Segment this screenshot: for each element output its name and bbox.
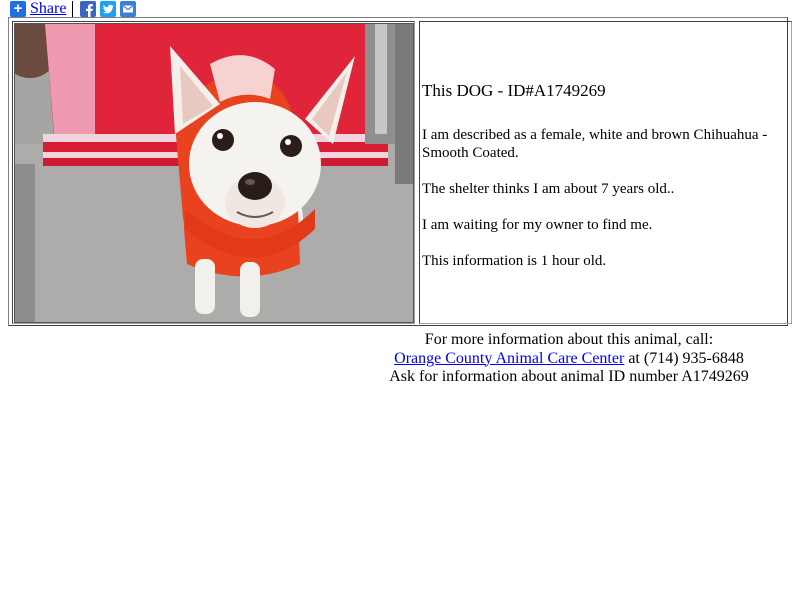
contact-intro: For more information about this animal, … xyxy=(424,331,714,348)
animal-title: This DOG - ID#A1749269 xyxy=(422,81,606,100)
twitter-icon[interactable] xyxy=(100,1,117,17)
info-cell: This DOG - ID#A1749269 I am described as… xyxy=(419,21,792,324)
animal-id-note: Ask for information about animal ID numb… xyxy=(389,368,749,385)
animal-age: The shelter thinks I am about 7 years ol… xyxy=(422,181,675,197)
shelter-link[interactable]: Orange County Animal Care Center xyxy=(394,350,624,367)
info-freshness: This information is 1 hour old. xyxy=(422,253,607,269)
dog-photo xyxy=(14,23,414,323)
share-divider xyxy=(72,1,74,17)
animal-table: This DOG - ID#A1749269 I am described as… xyxy=(8,17,792,326)
contact-line: Orange County Animal Care Center at (714… xyxy=(370,350,768,369)
facebook-icon[interactable] xyxy=(80,1,97,17)
animal-status: I am waiting for my owner to find me. xyxy=(422,217,653,233)
contact-footer: For more information about this animal, … xyxy=(370,331,768,387)
share-link[interactable]: Share xyxy=(30,0,66,18)
plus-icon[interactable]: + xyxy=(10,1,26,17)
email-icon[interactable] xyxy=(120,1,137,17)
phone-text: at (714) 935-6848 xyxy=(624,349,744,367)
animal-description: I am described as a female, white and br… xyxy=(422,127,768,161)
share-bar: + Share xyxy=(10,0,140,18)
photo-cell xyxy=(12,21,415,324)
